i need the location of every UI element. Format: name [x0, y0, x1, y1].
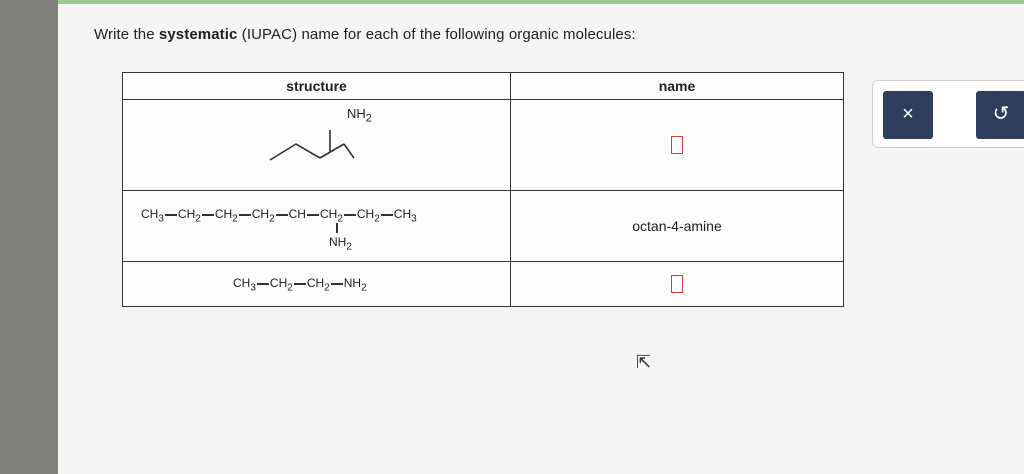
- header-name: name: [510, 72, 844, 100]
- clear-button[interactable]: ×: [883, 91, 933, 139]
- undo-icon: ↺: [992, 103, 1010, 125]
- name-cell: [510, 99, 844, 191]
- top-accent-line: [58, 0, 1024, 4]
- carbon-chain: CH3 CH2 CH2 NH2: [233, 276, 367, 294]
- amine-label: NH2: [347, 106, 372, 125]
- undo-button[interactable]: ↺: [976, 91, 1024, 139]
- structure-cell: CH3 CH2 CH2 NH2: [122, 261, 511, 307]
- close-icon: ×: [902, 103, 914, 125]
- skeletal-formula: [269, 130, 355, 161]
- left-edge: [0, 0, 58, 474]
- prompt-bold: systematic: [158, 26, 238, 43]
- question-prompt: Write the systematic (IUPAC) name for ea…: [94, 26, 636, 43]
- table-row: CH3 CH2 CH2 CH2 CH CH2 CH2 CH3 NH2 octan-4-amin…: [122, 190, 844, 262]
- substituent-amine: NH2: [329, 235, 352, 253]
- molecules-table: structure name NH2 CH3 CH2 CH2 CH2 CH CH…: [122, 72, 844, 307]
- name-cell: octan-4-amine: [510, 190, 844, 262]
- answer-input-3[interactable]: [671, 275, 683, 293]
- prompt-text-end: (IUPAC) name for each of the following o…: [237, 26, 636, 43]
- answer-input-1[interactable]: [671, 136, 683, 154]
- header-structure: structure: [122, 72, 511, 100]
- mouse-pointer-icon: ⇱: [636, 352, 652, 372]
- name-cell: [510, 261, 844, 307]
- action-panel: × ↺: [872, 80, 1024, 148]
- skeletal-structure: NH2: [123, 100, 510, 190]
- condensed-structure: CH3 CH2 CH2 CH2 CH CH2 CH2 CH3 NH2: [123, 191, 510, 261]
- question-page: Write the systematic (IUPAC) name for ea…: [58, 0, 1024, 474]
- condensed-structure: CH3 CH2 CH2 NH2: [123, 262, 510, 306]
- table-row: CH3 CH2 CH2 NH2: [122, 261, 844, 307]
- table-row: NH2: [122, 99, 844, 191]
- structure-cell: NH2: [122, 99, 511, 191]
- prompt-text-start: Write the: [94, 26, 159, 43]
- structure-cell: CH3 CH2 CH2 CH2 CH CH2 CH2 CH3 NH2: [122, 190, 511, 262]
- carbon-chain: CH3 CH2 CH2 CH2 CH CH2 CH2 CH3: [141, 207, 417, 225]
- substituent-bond: [336, 223, 338, 233]
